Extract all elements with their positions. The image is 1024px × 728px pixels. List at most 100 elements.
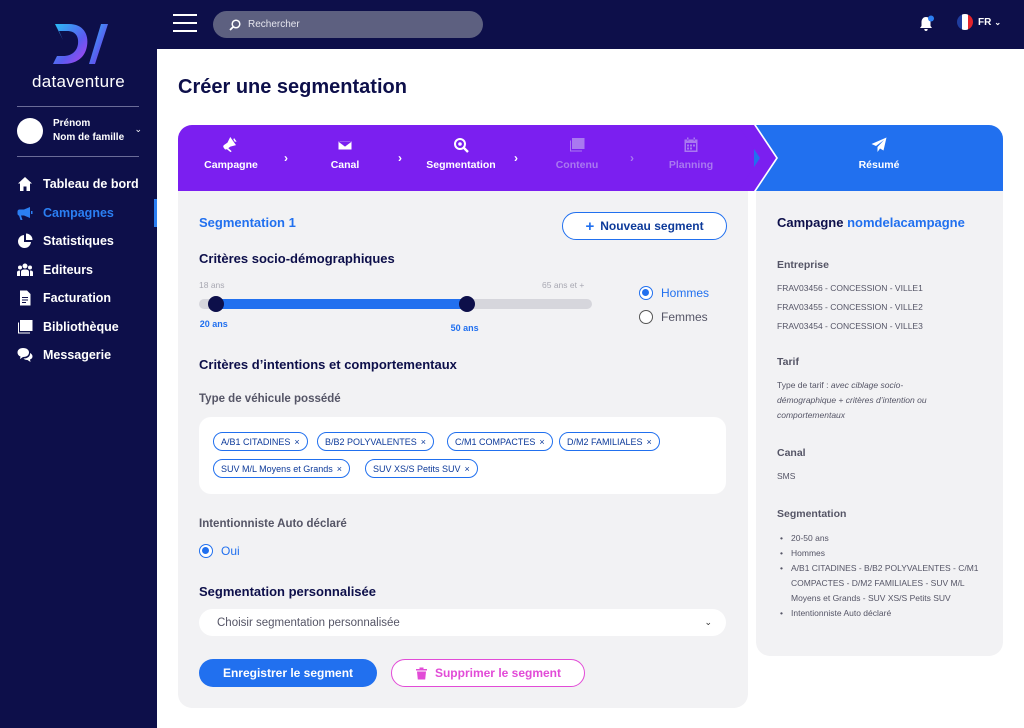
- language-selector[interactable]: FR ⌄: [957, 14, 1001, 30]
- remove-tag-icon[interactable]: ×: [647, 437, 652, 447]
- sidebar-item-label: Messagerie: [43, 348, 112, 363]
- segment-title: Segmentation 1: [199, 215, 296, 230]
- new-segment-button[interactable]: + Nouveau segment: [562, 212, 727, 240]
- sidebar-item-tableau-de-bord[interactable]: Tableau de bord: [0, 170, 157, 199]
- tag-label: SUV M/L Moyens et Grands: [221, 463, 333, 474]
- tag-label: C/M1 COMPACTES: [455, 436, 536, 447]
- save-segment-button[interactable]: Enregistrer le segment: [199, 659, 377, 687]
- user-first-name: Prénom: [53, 118, 91, 129]
- search-bar[interactable]: [213, 11, 483, 38]
- step-campagne[interactable]: Campagne: [186, 137, 276, 171]
- brand-logo[interactable]: dataventure: [0, 18, 157, 92]
- step-segmentation[interactable]: Segmentation: [416, 137, 506, 171]
- sidebar-item-messagerie[interactable]: Messagerie: [0, 341, 157, 370]
- tag-label: D/M2 FAMILIALES: [567, 436, 643, 447]
- remove-tag-icon[interactable]: ×: [421, 437, 426, 447]
- summary-card: Campagne nomdelacampagne Entreprise FRAV…: [756, 191, 1003, 656]
- hamburger-menu-icon[interactable]: [173, 14, 197, 34]
- sidebar-divider: [17, 156, 139, 157]
- step-canal[interactable]: Canal: [300, 137, 390, 171]
- list-item: A/B1 CITADINES - B/B2 POLYVALENTES - C/M…: [780, 561, 990, 606]
- radio-button[interactable]: [639, 310, 653, 324]
- summary-company-item: FRAV03456 - CONCESSION - VILLE1: [777, 283, 923, 293]
- list-item: Hommes: [780, 546, 990, 561]
- sidebar-item-statistiques[interactable]: Statistiques: [0, 227, 157, 256]
- bell-icon[interactable]: [917, 15, 935, 33]
- vehicle-tag[interactable]: B/B2 POLYVALENTES ×: [317, 432, 434, 451]
- age-high-value: 50 ans: [450, 323, 479, 333]
- age-range-slider[interactable]: [199, 296, 592, 312]
- gender-option-femmes[interactable]: Femmes: [639, 310, 708, 324]
- sidebar-item-editeurs[interactable]: Editeurs: [0, 256, 157, 285]
- summary-campaign-prefix: Campagne: [777, 215, 844, 230]
- remove-tag-icon[interactable]: ×: [539, 437, 544, 447]
- vehicle-type-heading: Type de véhicule possédé: [199, 393, 341, 405]
- chevron-right-icon: ›: [630, 151, 634, 165]
- topbar: FR ⌄: [157, 0, 1024, 49]
- chevron-down-icon: ⌄: [134, 124, 142, 134]
- remove-tag-icon[interactable]: ×: [465, 464, 470, 474]
- socio-demographic-heading: Critères socio-démographiques: [199, 251, 395, 266]
- megaphone-icon: [17, 206, 33, 220]
- summary-company-item: FRAV03454 - CONCESSION - VILLE3: [777, 321, 923, 331]
- age-slider-max-label: 65 ans et +: [542, 280, 585, 290]
- vehicle-tag[interactable]: C/M1 COMPACTES ×: [447, 432, 553, 451]
- envelope-icon: [337, 140, 353, 151]
- search-input[interactable]: [248, 19, 468, 30]
- summary-campaign-title: Campagne nomdelacampagne: [777, 215, 965, 230]
- wizard-stepper: Campagne › Canal › Segmentation › Conten…: [178, 125, 1003, 191]
- tag-label: B/B2 POLYVALENTES: [325, 436, 417, 447]
- images-icon: [18, 319, 33, 334]
- step-label: Canal: [330, 159, 360, 171]
- summary-segmentation-list: 20-50 ans Hommes A/B1 CITADINES - B/B2 P…: [780, 531, 990, 621]
- vehicle-tag[interactable]: SUV XS/S Petits SUV ×: [365, 459, 478, 478]
- remove-tag-icon[interactable]: ×: [294, 437, 299, 447]
- sidebar-divider: [17, 106, 139, 107]
- vehicle-tags-field[interactable]: A/B1 CITADINES × B/B2 POLYVALENTES × C/M1 …: [199, 417, 726, 494]
- vehicle-tag[interactable]: D/M2 FAMILIALES ×: [559, 432, 660, 451]
- list-item: Intentionniste Auto déclaré: [780, 606, 990, 621]
- delete-segment-button[interactable]: Supprimer le segment: [391, 659, 585, 687]
- sidebar-nav: Tableau de bord Campagnes Statistiques E…: [0, 170, 157, 370]
- step-planning[interactable]: Planning: [646, 137, 736, 171]
- invoice-icon: [20, 290, 31, 306]
- chevron-right-icon: ›: [284, 151, 288, 165]
- summary-tarif-heading: Tarif: [777, 356, 799, 368]
- select-value: Choisir segmentation personnalisée: [217, 616, 400, 629]
- age-slider-high-handle[interactable]: [458, 296, 475, 312]
- radio-button[interactable]: [199, 544, 213, 558]
- home-icon: [18, 177, 32, 192]
- language-code: FR: [978, 16, 992, 28]
- vehicle-tag[interactable]: A/B1 CITADINES ×: [213, 432, 308, 451]
- radio-button[interactable]: [639, 286, 653, 300]
- radio-label: Hommes: [661, 286, 710, 300]
- vehicle-tag[interactable]: SUV M/L Moyens et Grands ×: [213, 459, 350, 478]
- summary-company-item: FRAV03455 - CONCESSION - VILLE2: [777, 302, 923, 312]
- trash-icon: [415, 667, 427, 679]
- sidebar-item-label: Campagnes: [43, 205, 114, 220]
- gender-option-hommes[interactable]: Hommes: [639, 286, 709, 300]
- user-menu[interactable]: Prénom Nom de famille ⌄: [17, 114, 142, 148]
- step-label: Contenu: [555, 159, 599, 171]
- radio-label: Femmes: [661, 310, 708, 324]
- sidebar-item-campagnes[interactable]: Campagnes: [0, 198, 157, 228]
- users-icon: [17, 263, 33, 276]
- tag-label: SUV XS/S Petits SUV: [373, 463, 461, 474]
- plus-icon: +: [585, 217, 595, 235]
- sidebar-item-facturation[interactable]: Facturation: [0, 284, 157, 313]
- chevron-down-icon: ⌄: [994, 17, 1002, 27]
- sidebar-item-label: Editeurs: [43, 262, 94, 277]
- behavior-heading: Critères d’intentions et comportementaux: [199, 357, 457, 372]
- age-slider-fill: [215, 299, 467, 309]
- age-slider-low-handle[interactable]: [207, 296, 224, 312]
- chevron-right-icon: ›: [514, 151, 518, 165]
- sidebar-item-bibliotheque[interactable]: Bibliothèque: [0, 313, 157, 342]
- step-resume[interactable]: Résumé: [834, 137, 924, 171]
- chevron-right-icon: ›: [398, 151, 402, 165]
- intent-option-oui[interactable]: Oui: [199, 544, 240, 558]
- sidebar-item-label: Bibliothèque: [43, 319, 119, 334]
- custom-segmentation-select[interactable]: Choisir segmentation personnalisée ⌄: [199, 609, 726, 636]
- remove-tag-icon[interactable]: ×: [337, 464, 342, 474]
- step-contenu[interactable]: Contenu: [532, 137, 622, 171]
- search-icon: [229, 18, 241, 31]
